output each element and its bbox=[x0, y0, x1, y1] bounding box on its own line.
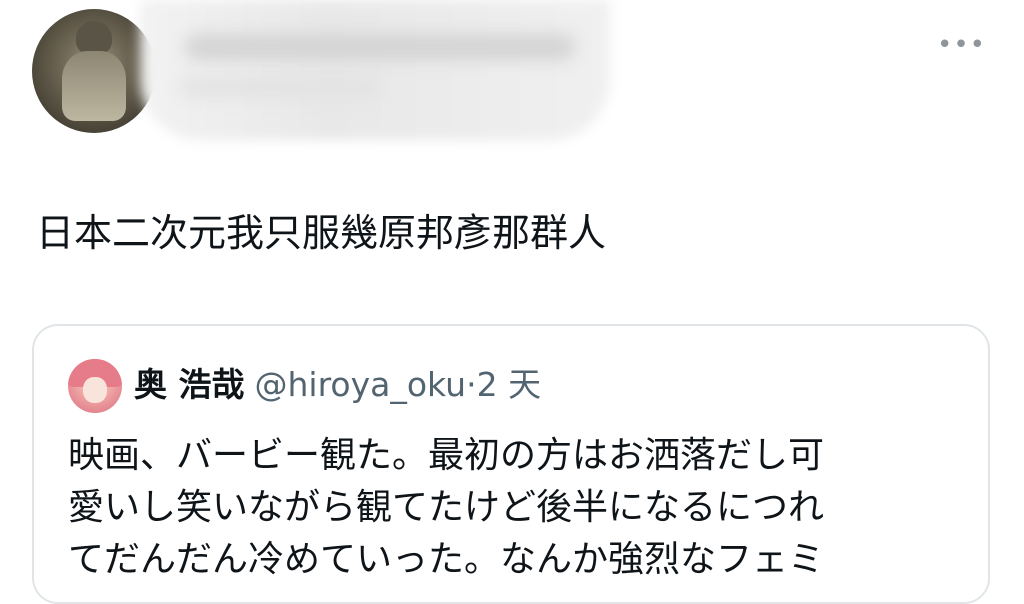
quoted-text-line: 映画、バービー観た。最初の方はお洒落だし可 bbox=[68, 435, 825, 476]
quoted-tweet-card[interactable]: 奥 浩哉 @hiroya_oku·2 天 映画、バービー観た。最初の方はお洒落だし… bbox=[32, 324, 990, 604]
avatar-statue-body bbox=[62, 51, 126, 121]
quoted-timestamp[interactable]: 2 天 bbox=[477, 365, 542, 404]
avatar-face bbox=[83, 377, 107, 403]
quoted-text-line: てだんだん冷めていった。なんか強烈なフェミ bbox=[68, 539, 825, 580]
quoted-header: 奥 浩哉 @hiroya_oku·2 天 bbox=[134, 362, 541, 408]
quoted-text-line: 愛いし笑いながら観てたけど後半になるにつれ bbox=[68, 487, 825, 528]
header-separator: · bbox=[466, 365, 477, 404]
author-name-redacted bbox=[140, 0, 610, 140]
author-avatar[interactable] bbox=[32, 9, 156, 133]
avatar-statue-head bbox=[76, 21, 112, 55]
more-options-button[interactable]: ••• bbox=[937, 30, 986, 60]
quoted-author-handle[interactable]: @hiroya_oku bbox=[255, 365, 467, 404]
quoted-tweet-text: 映画、バービー観た。最初の方はお洒落だし可 愛いし笑いながら観てたけど後半になる… bbox=[68, 430, 968, 586]
quoted-author-avatar[interactable] bbox=[68, 359, 122, 413]
quoted-author-name[interactable]: 奥 浩哉 bbox=[134, 365, 245, 404]
tweet-text: 日本二次元我只服幾原邦彥那群人 bbox=[36, 211, 607, 255]
redacted-name-bar bbox=[185, 34, 575, 60]
redacted-handle-bar bbox=[180, 78, 380, 96]
